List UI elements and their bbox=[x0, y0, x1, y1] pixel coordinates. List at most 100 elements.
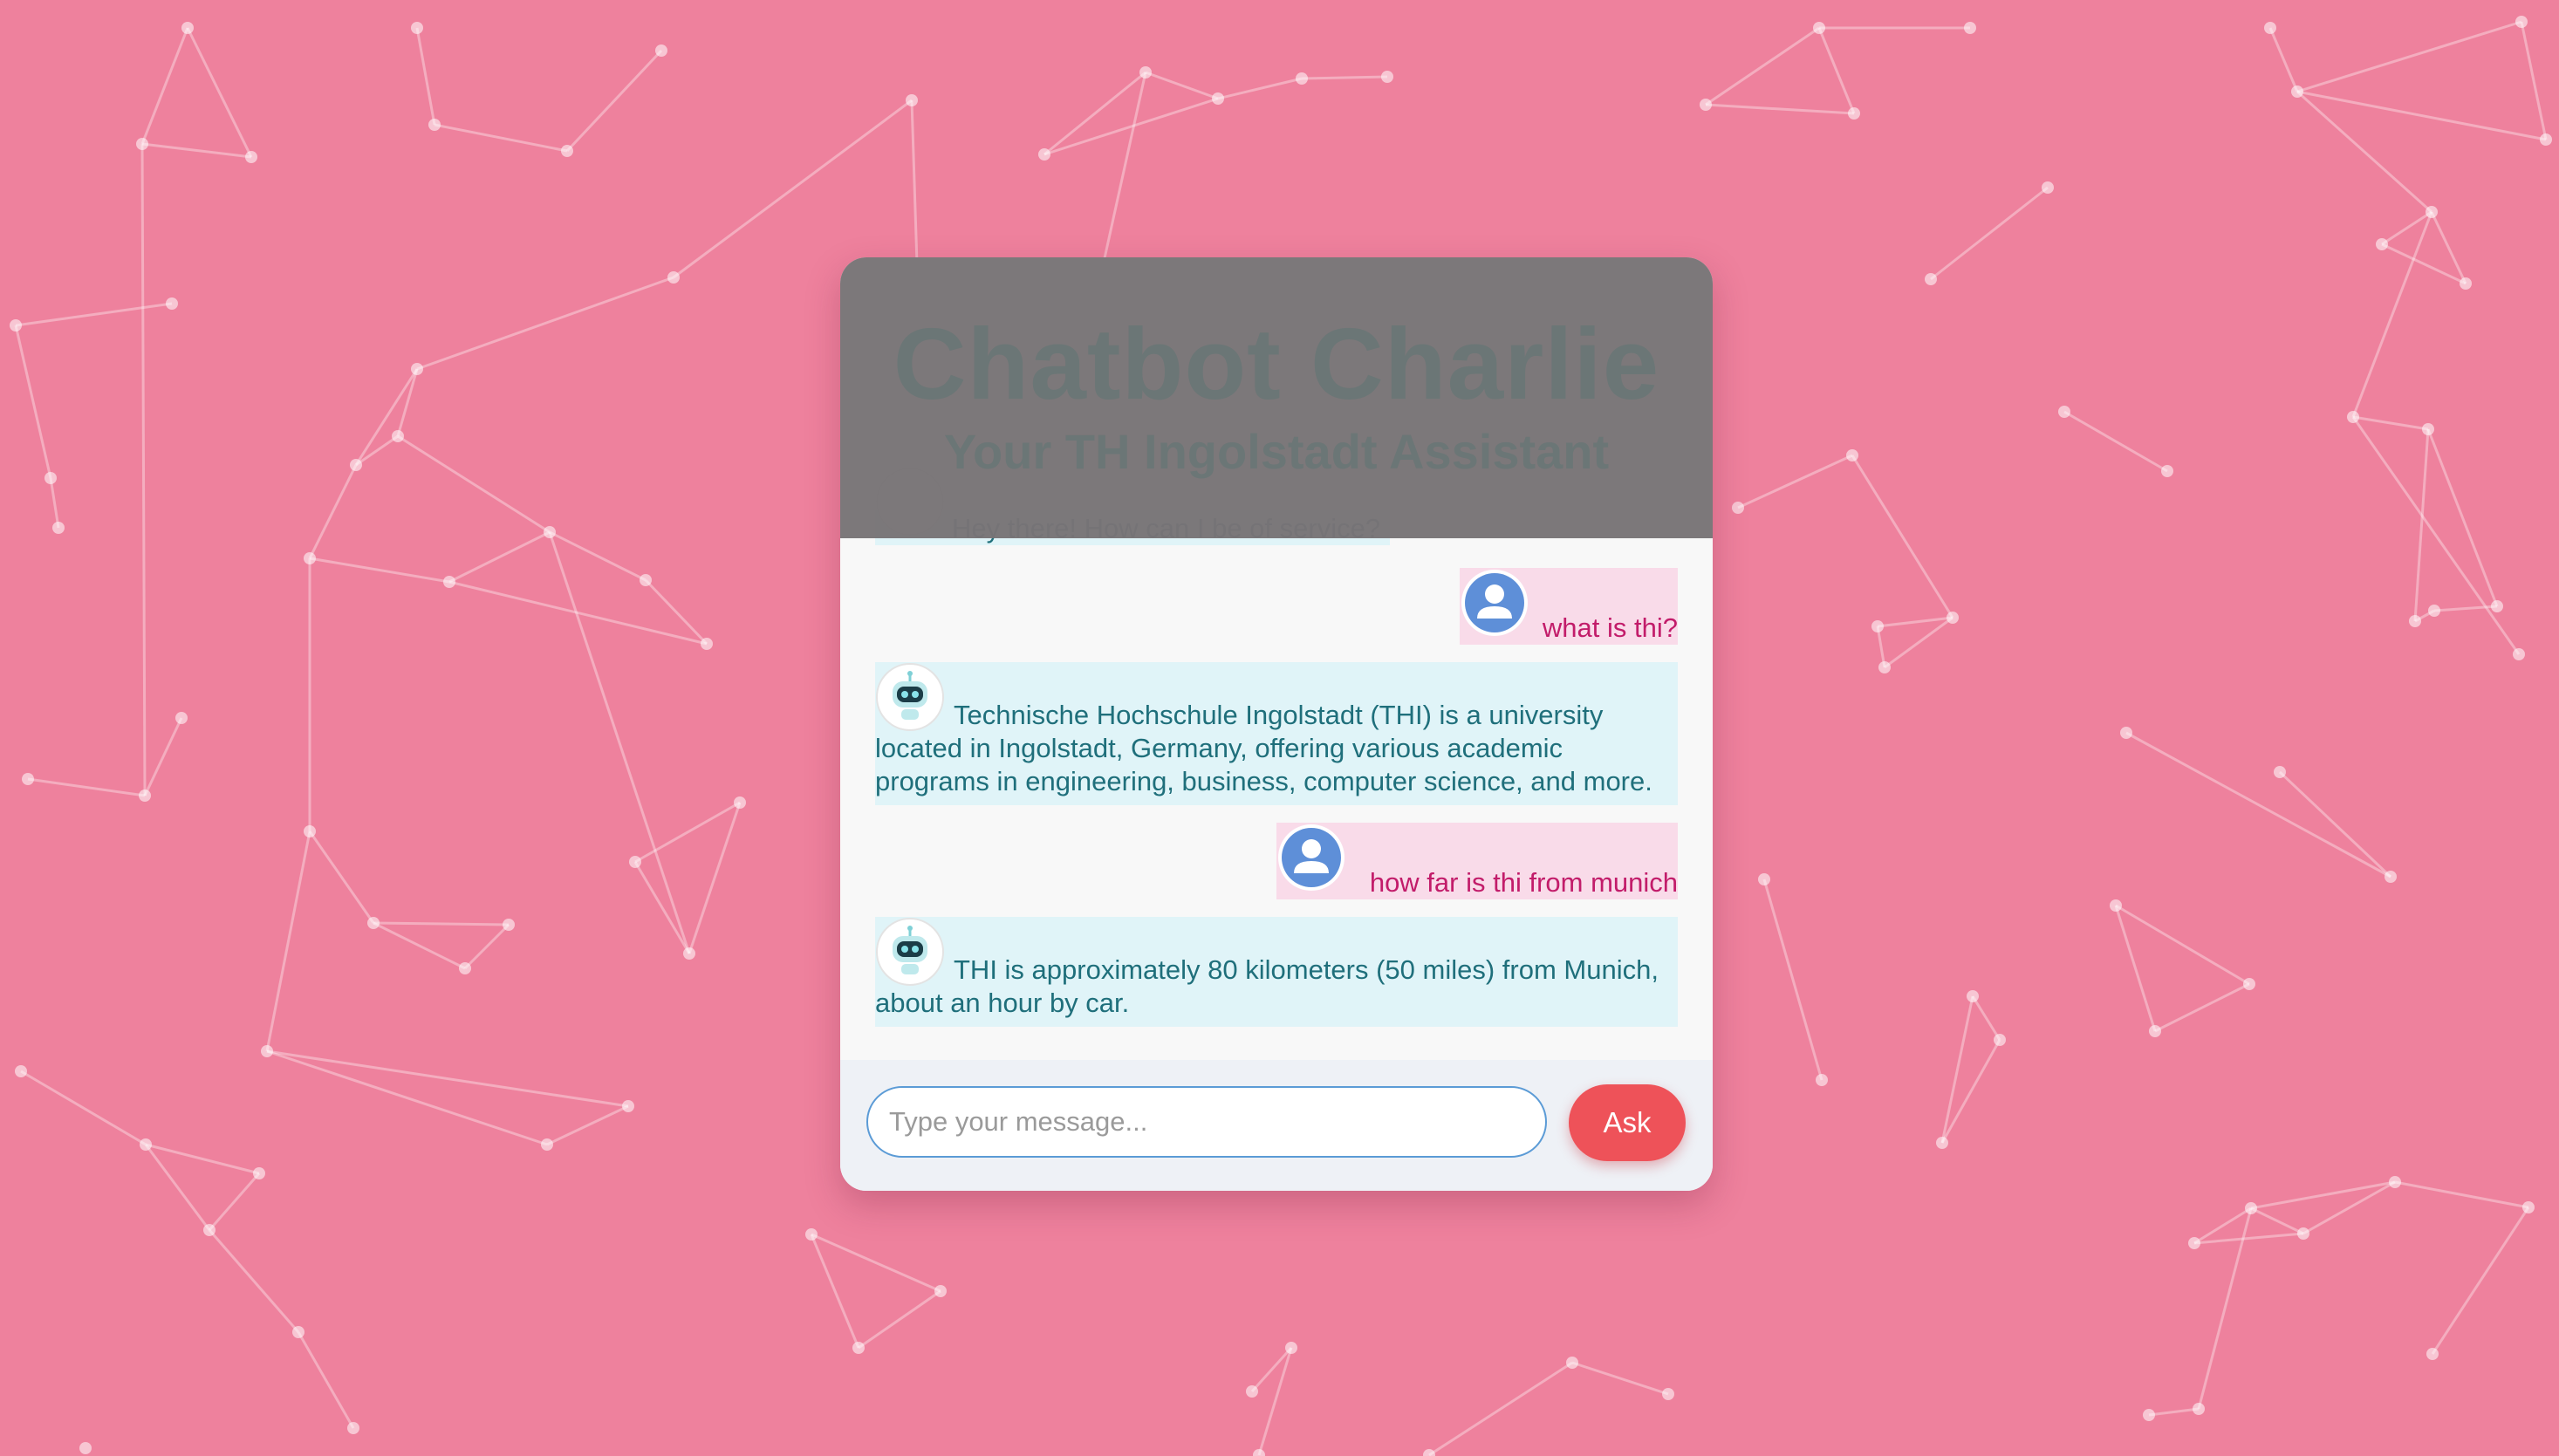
network-line bbox=[265, 831, 311, 1052]
network-node bbox=[428, 119, 441, 131]
network-line bbox=[2426, 428, 2499, 607]
network-node bbox=[906, 94, 918, 106]
network-line bbox=[2268, 27, 2299, 92]
network-node bbox=[734, 796, 746, 809]
network-node bbox=[622, 1100, 634, 1112]
network-node bbox=[181, 22, 194, 34]
network-node bbox=[2188, 1237, 2200, 1249]
network-line bbox=[1762, 878, 1823, 1081]
network-node bbox=[503, 919, 515, 931]
network-line bbox=[2296, 90, 2433, 214]
network-line bbox=[2154, 982, 2250, 1033]
message-input[interactable] bbox=[866, 1086, 1547, 1158]
network-node bbox=[1925, 273, 1937, 285]
network-node bbox=[15, 1065, 27, 1077]
chat-header: Chatbot Charlie Your TH Ingolstadt Assis… bbox=[840, 257, 1713, 538]
network-line bbox=[354, 368, 419, 466]
network-node bbox=[2426, 1348, 2439, 1360]
network-line bbox=[2125, 731, 2391, 878]
network-line bbox=[355, 434, 399, 467]
network-line bbox=[1145, 71, 1219, 100]
network-line bbox=[141, 142, 252, 159]
network-node bbox=[2149, 1025, 2161, 1037]
network-node bbox=[304, 552, 316, 564]
network-node bbox=[655, 44, 667, 57]
network-node bbox=[2491, 600, 2503, 612]
network-line bbox=[266, 1049, 548, 1146]
network-line bbox=[2296, 20, 2522, 93]
network-line bbox=[373, 921, 510, 926]
network-node bbox=[392, 430, 404, 442]
network-node bbox=[2385, 871, 2397, 883]
page-title: Chatbot Charlie bbox=[893, 307, 1660, 420]
chat-input-bar: Ask bbox=[840, 1060, 1713, 1191]
network-node bbox=[683, 947, 695, 960]
network-line bbox=[644, 578, 708, 646]
network-node bbox=[459, 962, 471, 974]
network-line bbox=[2381, 243, 2467, 285]
network-line bbox=[1817, 27, 1856, 114]
network-line bbox=[208, 1229, 300, 1333]
network-line bbox=[2351, 211, 2433, 418]
network-node bbox=[1936, 1137, 1948, 1149]
network-node bbox=[304, 825, 316, 837]
network-line bbox=[688, 802, 742, 954]
network-line bbox=[415, 27, 436, 126]
network-node bbox=[1038, 148, 1050, 161]
network-line bbox=[1705, 103, 1855, 115]
network-node bbox=[1813, 22, 1825, 34]
network-line bbox=[858, 1289, 941, 1350]
network-node bbox=[1846, 449, 1858, 461]
network-node bbox=[52, 522, 65, 534]
network-line bbox=[673, 99, 913, 279]
network-node bbox=[166, 297, 178, 310]
network-line bbox=[1705, 26, 1820, 106]
network-node bbox=[2120, 727, 2132, 739]
network-node bbox=[2297, 1227, 2309, 1240]
network-node bbox=[2515, 16, 2528, 28]
network-node bbox=[411, 363, 423, 375]
network-line bbox=[565, 49, 663, 153]
network-line bbox=[297, 1331, 355, 1429]
network-line bbox=[308, 831, 375, 924]
network-node bbox=[2193, 1403, 2205, 1415]
network-node bbox=[1566, 1357, 1578, 1369]
user-message-text: what is thi? bbox=[1542, 612, 1678, 643]
network-line bbox=[1876, 625, 1886, 668]
network-line bbox=[2296, 90, 2547, 141]
network-node bbox=[22, 773, 34, 785]
network-node bbox=[1871, 620, 1884, 632]
network-line bbox=[2413, 428, 2430, 622]
network-node bbox=[2389, 1176, 2401, 1188]
network-line bbox=[463, 923, 510, 970]
network-node bbox=[2274, 766, 2286, 778]
network-node bbox=[175, 712, 188, 724]
user-icon bbox=[1460, 568, 1529, 638]
user-icon bbox=[1276, 823, 1346, 892]
network-line bbox=[546, 1104, 629, 1146]
network-line bbox=[1971, 995, 2001, 1041]
network-node bbox=[2347, 411, 2359, 423]
network-node bbox=[140, 1138, 152, 1151]
network-node bbox=[2291, 85, 2303, 98]
network-line bbox=[2520, 21, 2548, 140]
network-node bbox=[2245, 1202, 2257, 1214]
network-node bbox=[411, 22, 423, 34]
network-line bbox=[2250, 1206, 2304, 1235]
network-line bbox=[397, 434, 551, 534]
network-node bbox=[2143, 1409, 2155, 1421]
network-node bbox=[1947, 612, 1959, 624]
network-node bbox=[347, 1422, 359, 1434]
network-line bbox=[1940, 1039, 2001, 1144]
network-node bbox=[1878, 661, 1891, 673]
network-line bbox=[1301, 75, 1388, 80]
network-node bbox=[1700, 99, 1712, 111]
network-line bbox=[2394, 1180, 2529, 1209]
ask-button[interactable]: Ask bbox=[1569, 1084, 1686, 1161]
network-node bbox=[1848, 107, 1860, 120]
network-line bbox=[1737, 454, 1853, 509]
network-node bbox=[561, 145, 573, 157]
network-node bbox=[203, 1224, 216, 1236]
network-line bbox=[208, 1172, 261, 1231]
network-node bbox=[253, 1167, 265, 1179]
